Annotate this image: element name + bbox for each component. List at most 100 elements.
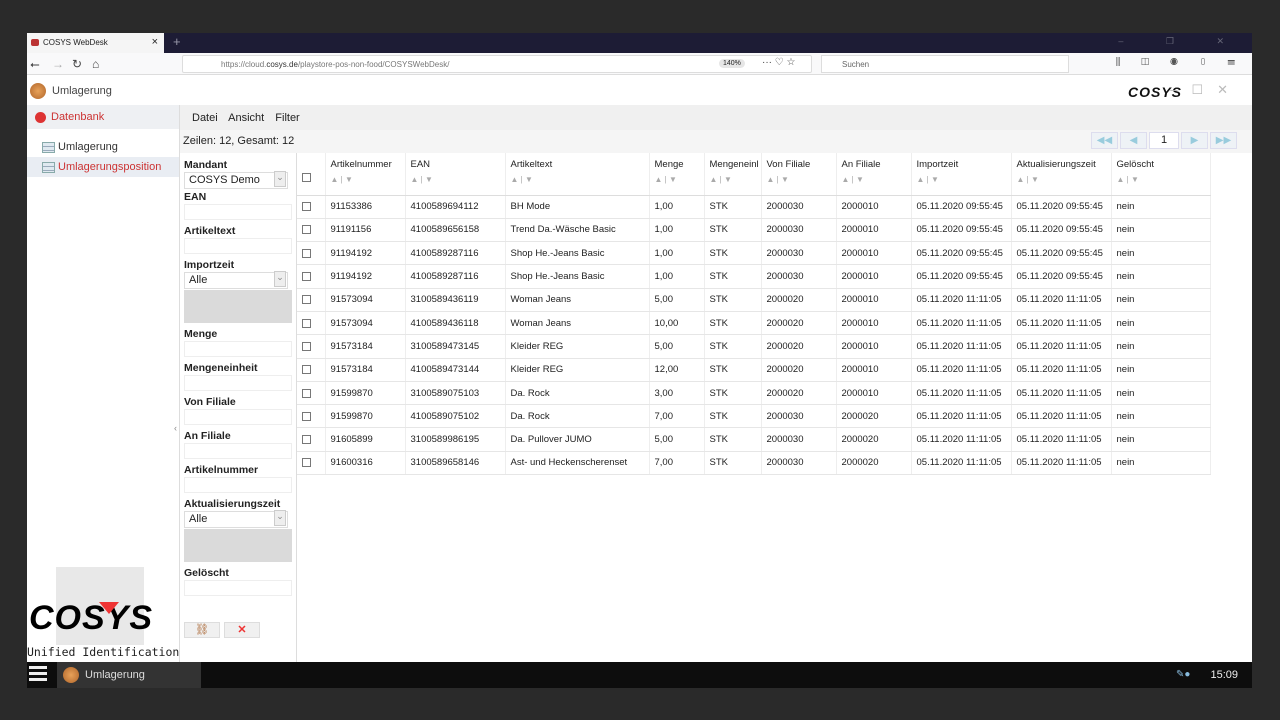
checkbox-cell[interactable] bbox=[297, 241, 326, 266]
sidebar-item-umlagerung[interactable]: Umlagerung bbox=[27, 137, 179, 157]
table-row[interactable]: 91194192 4100589287116 Shop He.-Jeans Basi… bbox=[297, 264, 1211, 289]
tray-icons[interactable]: ✎● bbox=[1176, 669, 1202, 681]
browser-tab[interactable]: COSYS WebDesk × bbox=[27, 33, 164, 53]
more-icon[interactable]: ··· ♡ ☆ bbox=[762, 57, 795, 68]
table-row[interactable]: 91153386 4100589694112 BH Mode 1,00 STK 20000… bbox=[297, 195, 1211, 219]
last-page-button[interactable]: ▶▶ bbox=[1210, 132, 1237, 149]
menu-filter[interactable]: Filter bbox=[275, 112, 299, 124]
checkbox-cell[interactable] bbox=[297, 427, 326, 452]
row-checkbox[interactable] bbox=[302, 295, 311, 305]
checkbox-cell[interactable] bbox=[297, 404, 326, 429]
taskbar-item-umlagerung[interactable]: Umlagerung bbox=[57, 662, 201, 688]
aktualisierungszeit-range[interactable] bbox=[184, 529, 292, 562]
column-header[interactable]: An Filiale ▲ | ▼ bbox=[836, 153, 912, 196]
table-row[interactable]: 91573184 4100589473144 Kleider REG 12,00 STK… bbox=[297, 358, 1211, 382]
collapse-handle[interactable]: ‹ bbox=[174, 423, 177, 433]
column-header[interactable]: EAN ▲ | ▼ bbox=[405, 153, 506, 196]
clear-filter-button[interactable]: ✕ bbox=[224, 622, 260, 638]
row-checkbox[interactable] bbox=[302, 341, 311, 351]
row-checkbox[interactable] bbox=[302, 411, 311, 421]
sort-icon[interactable]: ▲ | ▼ bbox=[917, 175, 1006, 184]
next-page-button[interactable]: ▶ bbox=[1181, 132, 1208, 149]
checkbox-cell[interactable] bbox=[297, 218, 326, 243]
menu-datei[interactable]: Datei bbox=[192, 112, 218, 124]
importzeit-select[interactable]: Alle bbox=[184, 271, 288, 289]
row-checkbox[interactable] bbox=[302, 202, 311, 212]
table-row[interactable]: 91605899 3100589986195 Da. Pullover JUMO 5,… bbox=[297, 427, 1211, 452]
sidebar-section-datenbank[interactable]: Datenbank bbox=[27, 105, 179, 129]
forward-icon[interactable]: → bbox=[52, 57, 64, 71]
sort-icon[interactable]: ▲ | ▼ bbox=[767, 175, 831, 184]
table-row[interactable]: 91194192 4100589287116 Shop He.-Jeans Basi… bbox=[297, 241, 1211, 266]
checkbox-cell[interactable] bbox=[297, 195, 326, 219]
select-all-checkbox[interactable] bbox=[297, 153, 326, 196]
table-row[interactable]: 91573184 3100589473145 Kleider REG 5,00 STK 2… bbox=[297, 334, 1211, 359]
checkbox-cell[interactable] bbox=[297, 288, 326, 312]
sort-icon[interactable]: ▲ | ▼ bbox=[1117, 175, 1205, 184]
sort-icon[interactable]: ▲ | ▼ bbox=[842, 175, 906, 184]
table-row[interactable]: 91600316 3100589658146 Ast- und Heckensche… bbox=[297, 451, 1211, 476]
table-row[interactable]: 91599870 3100589075103 Da. Rock 3,00 STK 2000… bbox=[297, 381, 1211, 406]
table-row[interactable]: 91191156 4100589656158 Trend Da.-Wäsche Ba… bbox=[297, 218, 1211, 243]
mandant-select[interactable]: COSYS Demo bbox=[184, 171, 288, 189]
column-header[interactable]: Artikeltext ▲ | ▼ bbox=[505, 153, 650, 196]
table-row[interactable]: 91573094 4100589436118 Woman Jeans 10,00 STK… bbox=[297, 311, 1211, 336]
search-binoculars-button[interactable]: ⛓ bbox=[184, 622, 220, 638]
zoom-level[interactable]: 140% bbox=[719, 59, 745, 68]
checkbox-cell[interactable] bbox=[297, 264, 326, 289]
column-header[interactable]: Importzeit ▲ | ▼ bbox=[911, 153, 1012, 196]
table-row[interactable]: 91599870 4100589075102 Da. Rock 7,00 STK 2000… bbox=[297, 404, 1211, 429]
row-checkbox[interactable] bbox=[302, 435, 311, 445]
url-bar[interactable]: https://cloud.cosys.de/playstore-pos-non… bbox=[182, 55, 812, 73]
artikelnummer-filter-input[interactable] bbox=[184, 477, 292, 493]
column-header[interactable]: Aktualisierungszeit ▲ | ▼ bbox=[1011, 153, 1112, 196]
page-number-input[interactable]: 1 bbox=[1149, 132, 1179, 149]
checkbox-cell[interactable] bbox=[297, 358, 326, 382]
prev-page-button[interactable]: ◀ bbox=[1120, 132, 1147, 149]
close-tab-icon[interactable]: × bbox=[152, 36, 158, 48]
column-header[interactable]: Gelöscht ▲ | ▼ bbox=[1111, 153, 1211, 196]
table-row[interactable]: 91573094 3100589436119 Woman Jeans 5,00 STK 2… bbox=[297, 288, 1211, 312]
sort-icon[interactable]: ▲ | ▼ bbox=[511, 175, 644, 184]
importzeit-range[interactable] bbox=[184, 290, 292, 323]
search-input[interactable]: Suchen bbox=[821, 55, 1069, 73]
sort-icon[interactable]: ▲ | ▼ bbox=[655, 175, 699, 184]
reload-icon[interactable]: ↻ bbox=[72, 57, 82, 71]
sort-icon[interactable]: ▲ | ▼ bbox=[1017, 175, 1106, 184]
row-checkbox[interactable] bbox=[302, 458, 311, 468]
first-page-button[interactable]: ◀◀ bbox=[1091, 132, 1118, 149]
row-checkbox[interactable] bbox=[302, 388, 311, 398]
checkbox-cell[interactable] bbox=[297, 381, 326, 406]
sidebar-item-umlagerungsposition[interactable]: Umlagerungsposition bbox=[27, 157, 179, 177]
an-filiale-filter-input[interactable] bbox=[184, 443, 292, 459]
checkbox-cell[interactable] bbox=[297, 451, 326, 476]
column-header[interactable]: Mengeneinl ▲ | ▼ bbox=[704, 153, 762, 196]
row-checkbox[interactable] bbox=[302, 365, 311, 375]
row-checkbox[interactable] bbox=[302, 225, 311, 235]
checkbox-cell[interactable] bbox=[297, 311, 326, 336]
column-header[interactable]: Menge ▲ | ▼ bbox=[649, 153, 705, 196]
start-menu-icon[interactable] bbox=[29, 666, 47, 684]
column-header[interactable]: Von Filiale ▲ | ▼ bbox=[761, 153, 837, 196]
menge-filter-input[interactable] bbox=[184, 341, 292, 357]
artikeltext-filter-input[interactable] bbox=[184, 238, 292, 254]
checkbox-cell[interactable] bbox=[297, 334, 326, 359]
row-checkbox[interactable] bbox=[302, 272, 311, 282]
toolbar-icons[interactable]: ⫼ ◫ ◉ ▯ ☰ bbox=[1116, 57, 1244, 68]
row-checkbox[interactable] bbox=[302, 318, 311, 328]
app-window-controls[interactable]: –☐✕ bbox=[1170, 82, 1242, 98]
mengeneinheit-filter-input[interactable] bbox=[184, 375, 292, 391]
geloescht-filter-input[interactable] bbox=[184, 580, 292, 596]
new-tab-icon[interactable]: + bbox=[173, 34, 181, 49]
home-icon[interactable]: ⌂ bbox=[92, 57, 99, 71]
menu-ansicht[interactable]: Ansicht bbox=[228, 112, 264, 124]
window-controls[interactable]: – ❐ ✕ bbox=[1118, 36, 1244, 47]
aktualisierungszeit-select[interactable]: Alle bbox=[184, 510, 288, 528]
von-filiale-filter-input[interactable] bbox=[184, 409, 292, 425]
sort-icon[interactable]: ▲ | ▼ bbox=[710, 175, 756, 184]
sort-icon[interactable]: ▲ | ▼ bbox=[411, 175, 500, 184]
row-checkbox[interactable] bbox=[302, 248, 311, 258]
sort-icon[interactable]: ▲ | ▼ bbox=[331, 175, 400, 184]
ean-filter-input[interactable] bbox=[184, 204, 292, 220]
column-header[interactable]: Artikelnummer ▲ | ▼ bbox=[325, 153, 406, 196]
